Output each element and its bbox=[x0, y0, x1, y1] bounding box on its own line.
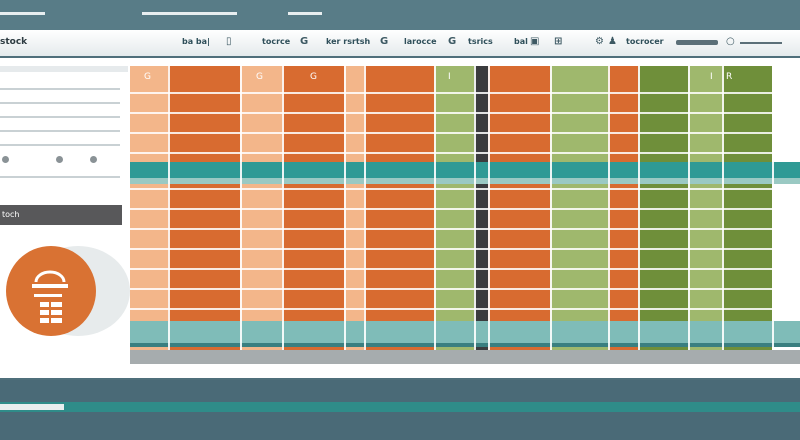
grid-row-line bbox=[130, 268, 800, 270]
grid-column[interactable] bbox=[638, 66, 688, 356]
grid-col-line bbox=[722, 66, 724, 356]
progress-track bbox=[0, 402, 800, 412]
header-cell-icon[interactable]: I bbox=[448, 72, 451, 82]
app-title: stock bbox=[0, 37, 28, 47]
grid-row-line bbox=[130, 288, 800, 290]
grid-col-line bbox=[282, 66, 284, 356]
sidebar-line bbox=[0, 116, 120, 118]
grid-row-line bbox=[130, 92, 800, 94]
box-icon[interactable]: ▣ bbox=[530, 36, 539, 47]
grid-column[interactable] bbox=[608, 66, 638, 356]
progress-fill bbox=[0, 404, 64, 410]
menu-item-1[interactable]: ba ba| bbox=[182, 37, 210, 46]
titlebar-accent bbox=[0, 12, 45, 15]
main-content: toch G G G I I R bbox=[0, 58, 800, 378]
grid-row-line bbox=[130, 308, 800, 310]
grid-col-line bbox=[688, 66, 690, 356]
grid-col-line bbox=[168, 66, 170, 356]
sidebar-line bbox=[0, 66, 128, 72]
selected-row-band bbox=[130, 162, 800, 178]
pager-dot[interactable] bbox=[56, 156, 63, 163]
pager-dot[interactable] bbox=[2, 156, 9, 163]
menu-item-5[interactable]: tsrics bbox=[468, 37, 493, 46]
grid-column[interactable] bbox=[364, 66, 434, 356]
menu-item-3[interactable]: ker rsrtsh bbox=[326, 37, 370, 46]
grid-row-line bbox=[130, 248, 800, 250]
grid-column[interactable] bbox=[722, 66, 772, 356]
titlebar-accent bbox=[288, 12, 322, 15]
grid-col-line bbox=[488, 66, 490, 356]
grid-col-line bbox=[638, 66, 640, 356]
sidebar-line bbox=[0, 144, 120, 146]
header-cell-icon[interactable]: G bbox=[256, 72, 263, 82]
grid-column[interactable] bbox=[688, 66, 722, 356]
header-cell-icon[interactable]: G bbox=[144, 72, 151, 82]
grid-col-line bbox=[364, 66, 366, 356]
bell-icon[interactable]: ♟ bbox=[608, 36, 617, 47]
grid-column[interactable] bbox=[474, 66, 488, 356]
gear-icon[interactable]: ⚙ bbox=[595, 36, 604, 47]
grid-row-line bbox=[130, 112, 800, 114]
grid-column[interactable] bbox=[130, 66, 168, 356]
grid-col-line bbox=[240, 66, 242, 356]
grid-col-line bbox=[434, 66, 436, 356]
menu-item-7[interactable]: tocrocer bbox=[626, 37, 664, 46]
circle-icon[interactable]: ○ bbox=[726, 36, 735, 47]
grid-row-line bbox=[130, 152, 800, 154]
sidebar-line bbox=[0, 102, 120, 104]
menu-item-2[interactable]: tocrce bbox=[262, 37, 290, 46]
sidebar-line bbox=[0, 176, 120, 178]
grid-column[interactable] bbox=[240, 66, 282, 356]
grid-column[interactable] bbox=[434, 66, 474, 356]
doc-icon[interactable]: ▯ bbox=[226, 36, 232, 47]
header-cell-icon[interactable]: R bbox=[726, 72, 732, 82]
grid-col-line bbox=[608, 66, 610, 356]
grid-row-line bbox=[130, 132, 800, 134]
toolbar-slider[interactable] bbox=[676, 40, 718, 45]
grid-row-line bbox=[130, 228, 800, 230]
search-field[interactable]: toch bbox=[0, 205, 122, 225]
g-icon[interactable]: G bbox=[300, 36, 308, 47]
pager-dot[interactable] bbox=[90, 156, 97, 163]
row-band-highlight bbox=[130, 178, 800, 184]
grid-footer-band bbox=[130, 321, 800, 343]
status-bar bbox=[0, 380, 800, 440]
grid-icon[interactable]: ⊞ bbox=[554, 36, 562, 47]
grid-footer-line bbox=[130, 343, 800, 347]
grid-col-line bbox=[550, 66, 552, 356]
menu-item-4[interactable]: larocce bbox=[404, 37, 437, 46]
toolbar-divider bbox=[740, 42, 782, 44]
grid-row-line bbox=[130, 188, 800, 190]
grid-column[interactable] bbox=[168, 66, 240, 356]
horizontal-scrollbar[interactable] bbox=[130, 350, 800, 364]
sidebar-line bbox=[0, 88, 120, 90]
grid-col-line bbox=[344, 66, 346, 356]
header-cell-icon[interactable]: G bbox=[310, 72, 317, 82]
grid-column[interactable] bbox=[488, 66, 550, 356]
menu-item-6[interactable]: bal bbox=[514, 37, 528, 46]
grid-column[interactable] bbox=[344, 66, 364, 356]
g-icon[interactable]: G bbox=[448, 36, 456, 47]
menu-bar: stock ba ba| ▯ tocrce G ker rsrtsh G lar… bbox=[0, 30, 800, 58]
grid-column[interactable] bbox=[282, 66, 344, 356]
grid-col-line bbox=[474, 66, 476, 356]
lock-building-icon[interactable] bbox=[6, 246, 96, 336]
grid-col-line bbox=[772, 66, 774, 356]
grid-column[interactable] bbox=[550, 66, 608, 356]
sidebar-line bbox=[0, 130, 120, 132]
data-grid[interactable]: GGGIIR bbox=[130, 66, 800, 356]
g-icon[interactable]: G bbox=[380, 36, 388, 47]
titlebar-accent bbox=[142, 12, 237, 15]
header-cell-icon[interactable]: I bbox=[710, 72, 713, 82]
grid-row-line bbox=[130, 208, 800, 210]
window-titlebar bbox=[0, 0, 800, 30]
